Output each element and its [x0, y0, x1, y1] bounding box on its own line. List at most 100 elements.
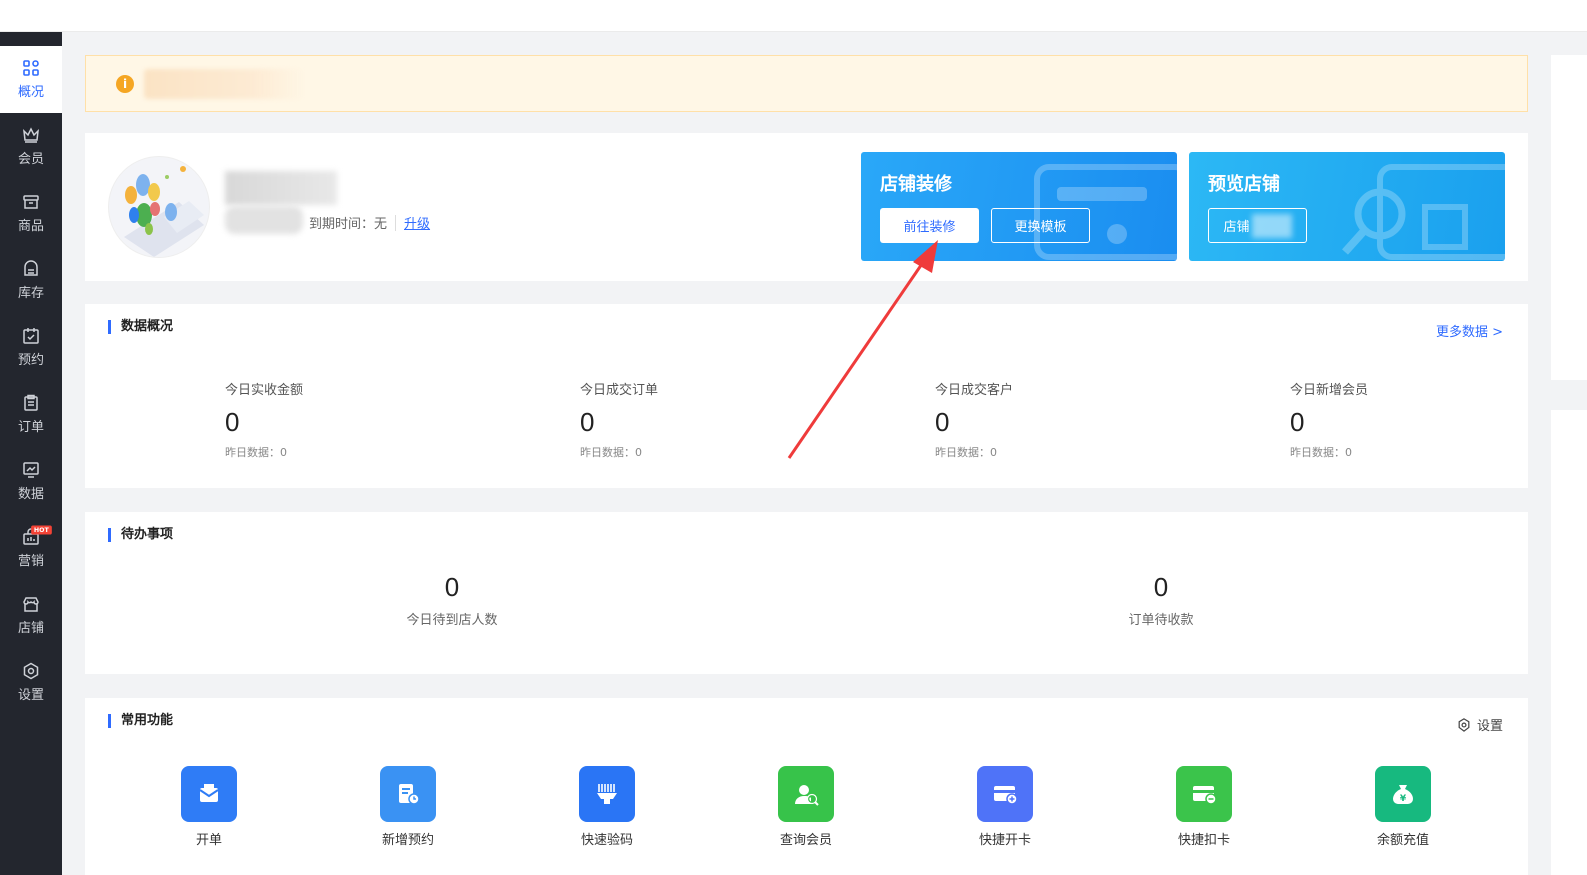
member-search-icon — [778, 766, 834, 822]
preview-promo-card: 预览店铺 店铺 — [1189, 152, 1505, 261]
func-label: 新增预约 — [381, 833, 434, 848]
redacted-text — [1251, 213, 1292, 238]
stat-yesterday: 昨日数据：0 — [580, 446, 642, 459]
sidebar-item-product[interactable]: 商品 — [0, 180, 62, 247]
sidebar-item-label: 数据 — [17, 487, 44, 502]
sidebar-item-marketing[interactable]: 营销 HOT — [0, 515, 62, 582]
sidebar-item-label: 店铺 — [17, 621, 44, 636]
sidebar-top-strip — [0, 32, 62, 46]
sidebar-item-data[interactable]: 数据 — [0, 448, 62, 515]
mail-icon — [181, 766, 237, 822]
right-panel-edge — [1551, 55, 1587, 380]
stat-today-revenue[interactable]: 今日实收金额 0 昨日数据：0 — [225, 379, 303, 460]
func-label: 快速验码 — [580, 833, 633, 848]
store-preview-label: 店铺 — [1223, 220, 1250, 235]
notice-bar: i — [85, 55, 1528, 112]
sidebar-item-settings[interactable]: 设置 — [0, 649, 62, 716]
top-bar — [0, 0, 1587, 32]
data-overview-card: 数据概况 更多数据 > 今日实收金额 0 昨日数据：0 今日成交订单 0 昨日数… — [85, 304, 1528, 488]
sidebar-item-label: 营销 — [17, 554, 44, 569]
stat-yesterday: 昨日数据：0 — [225, 446, 287, 459]
section-title: 待办事项 — [108, 528, 173, 542]
appointment-icon — [380, 766, 436, 822]
todo-arrivals[interactable]: 0 今日待到店人数 — [352, 572, 552, 628]
todo-receivables[interactable]: 0 订单待收款 — [1061, 572, 1261, 628]
store-preview-button[interactable]: 店铺 — [1208, 208, 1307, 243]
todo-value: 0 — [444, 572, 460, 602]
sidebar-item-label: 库存 — [17, 286, 44, 301]
section-title: 数据概况 — [108, 320, 173, 334]
func-quick-verify[interactable]: 快速验码 — [567, 766, 647, 848]
preview-illustration — [1342, 164, 1505, 260]
sidebar-item-member[interactable]: 会员 — [0, 113, 62, 180]
box-icon — [23, 195, 39, 209]
svg-text:¥: ¥ — [1400, 794, 1407, 804]
sidebar-item-order[interactable]: 订单 — [0, 381, 62, 448]
func-quick-open-card[interactable]: 快捷开卡 — [965, 766, 1045, 848]
sidebar-item-store[interactable]: 店铺 — [0, 582, 62, 649]
section-title: 常用功能 — [108, 714, 173, 728]
gear-icon — [1458, 717, 1470, 732]
calendar-check-icon — [23, 328, 39, 344]
decor-illustration — [1034, 164, 1177, 260]
sidebar-item-label: 商品 — [17, 219, 44, 234]
shop-name-redacted — [225, 171, 337, 205]
func-new-appointment[interactable]: 新增预约 — [368, 766, 448, 848]
func-open-bill[interactable]: 开单 — [169, 766, 249, 848]
func-label: 余额充值 — [1376, 833, 1429, 848]
functions-settings-button[interactable]: 设置 — [1457, 715, 1503, 734]
stat-value: 0 — [1290, 407, 1305, 437]
shop-card: 到期时间：无 升级 店铺装修 前往装修 更换模板 预览店铺 店铺 — [85, 133, 1528, 281]
preview-title: 预览店铺 — [1208, 174, 1280, 195]
stat-yesterday: 昨日数据：0 — [1290, 446, 1352, 459]
barcode-icon — [579, 766, 635, 822]
sidebar: 概况 会员 商品 库存 预约 订单 数据 营销 HOT 店铺 设置 — [0, 32, 62, 875]
expire-info: 到期时间：无 升级 — [309, 213, 430, 232]
stat-value: 0 — [580, 407, 595, 437]
func-label: 查询会员 — [779, 833, 832, 848]
stat-label: 今日新增会员 — [1290, 383, 1369, 398]
decorate-promo-card: 店铺装修 前往装修 更换模板 — [861, 152, 1177, 261]
functions-settings-label: 设置 — [1476, 719, 1503, 734]
upgrade-link[interactable]: 升级 — [404, 213, 430, 232]
sidebar-item-label: 预约 — [17, 353, 44, 368]
func-balance-recharge[interactable]: ¥ 余额充值 — [1363, 766, 1443, 848]
right-panel-edge-lower — [1551, 410, 1587, 875]
func-query-member[interactable]: 查询会员 — [766, 766, 846, 848]
decorate-title: 店铺装修 — [880, 174, 952, 195]
todo-card: 待办事项 0 今日待到店人数 0 订单待收款 — [85, 512, 1528, 674]
todo-value: 0 — [1153, 572, 1169, 602]
shop-version-redacted — [225, 206, 303, 234]
change-template-button[interactable]: 更换模板 — [991, 208, 1090, 243]
func-quick-deduct-card[interactable]: 快捷扣卡 — [1164, 766, 1244, 848]
stat-yesterday: 昨日数据：0 — [935, 446, 997, 459]
expire-label: 到期时间：无 — [309, 217, 388, 232]
todo-label: 订单待收款 — [1128, 613, 1194, 628]
todo-label: 今日待到店人数 — [406, 613, 498, 628]
settings-icon — [23, 662, 39, 680]
common-functions-card: 常用功能 设置 开单 新增预约 快速验码 查询会员 快捷开卡 快捷扣卡 ¥ 余额… — [85, 698, 1528, 875]
sidebar-item-label: 设置 — [17, 688, 44, 703]
store-icon — [23, 597, 39, 612]
go-decorate-button[interactable]: 前往装修 — [880, 208, 979, 243]
stat-label: 今日成交客户 — [935, 383, 1014, 398]
crown-icon — [23, 127, 39, 143]
shop-avatar[interactable] — [108, 156, 210, 258]
stat-label: 今日实收金额 — [225, 383, 304, 398]
func-label: 快捷扣卡 — [1177, 833, 1230, 848]
sidebar-item-overview[interactable]: 概况 — [0, 46, 62, 113]
info-icon: i — [116, 74, 134, 93]
divider — [395, 214, 397, 231]
stat-label: 今日成交订单 — [580, 383, 659, 398]
stat-today-orders[interactable]: 今日成交订单 0 昨日数据：0 — [580, 379, 658, 460]
stat-today-new-members[interactable]: 今日新增会员 0 昨日数据：0 — [1290, 379, 1368, 460]
stat-value: 0 — [225, 407, 240, 437]
clipboard-icon — [24, 394, 38, 411]
func-label: 开单 — [195, 833, 222, 848]
more-data-link[interactable]: 更多数据 > — [1436, 321, 1503, 340]
grid-icon — [23, 60, 39, 76]
sidebar-item-appointment[interactable]: 预约 — [0, 314, 62, 381]
sidebar-item-inventory[interactable]: 库存 — [0, 247, 62, 314]
chart-board-icon — [23, 462, 39, 478]
stat-today-customers[interactable]: 今日成交客户 0 昨日数据：0 — [935, 379, 1013, 460]
